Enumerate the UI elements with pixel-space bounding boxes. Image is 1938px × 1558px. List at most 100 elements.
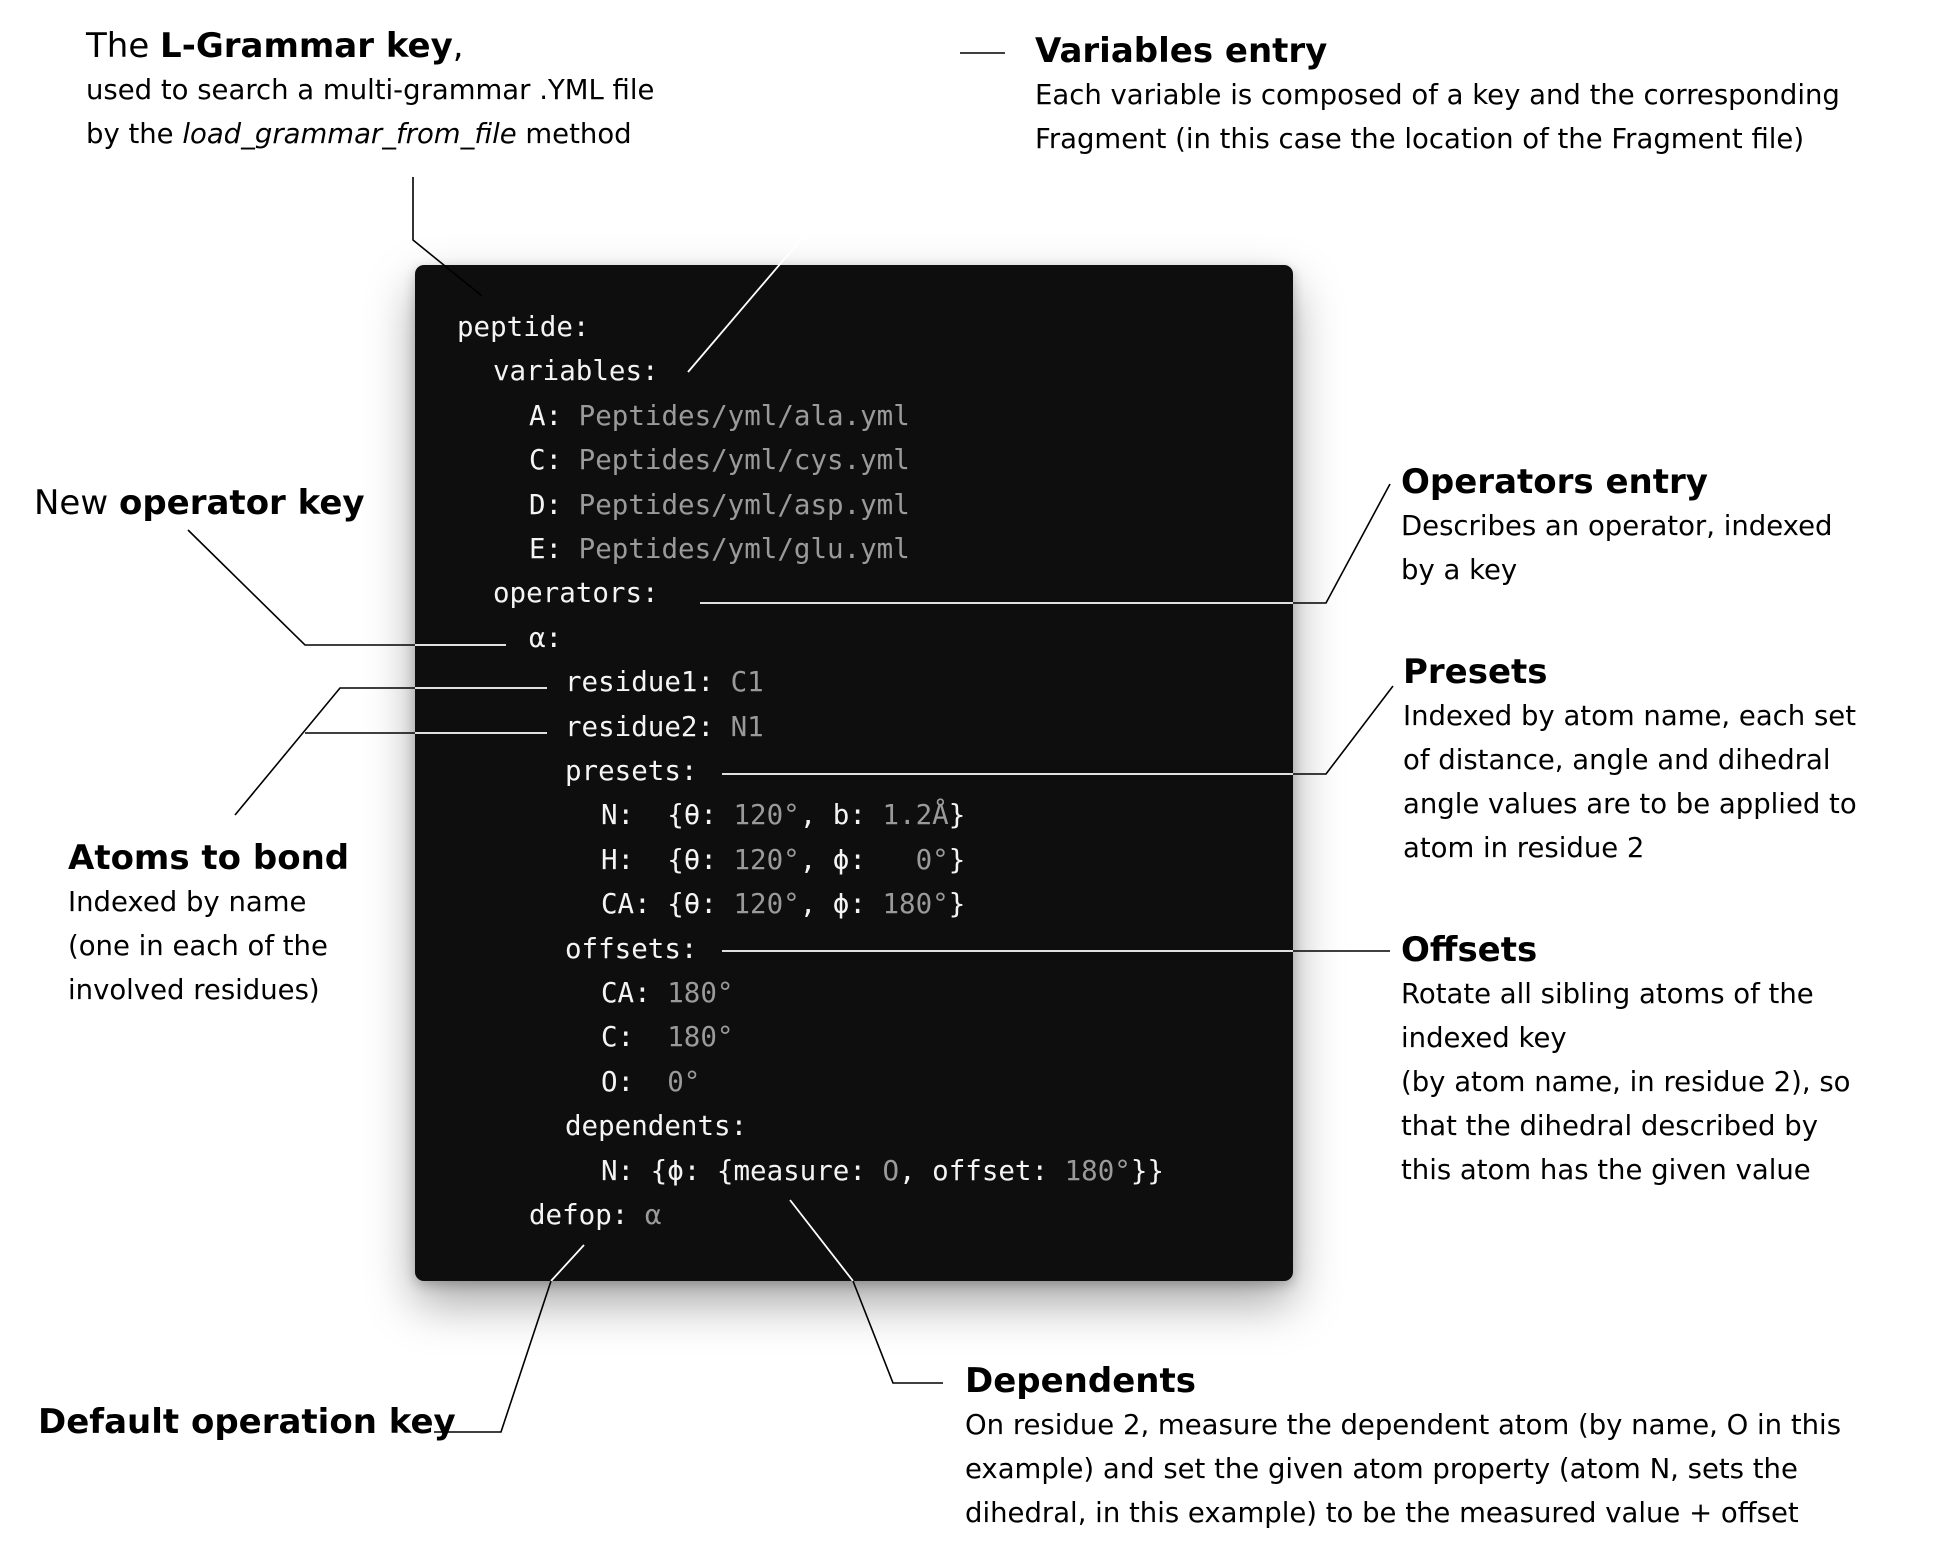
callout-body-line: Rotate all sibling atoms of the bbox=[1401, 978, 1814, 1010]
yaml-key-token: CA: {θ: bbox=[601, 888, 734, 921]
code-line: residue1: C1 bbox=[565, 662, 764, 702]
yaml-key-token: offsets: bbox=[565, 932, 698, 965]
yaml-value-token: 0° bbox=[667, 1065, 701, 1098]
callout-operators-entry: Operators entry Describes an operator, i… bbox=[1401, 460, 1832, 592]
callout-new-operator-key-title: New operator key bbox=[34, 483, 365, 523]
code-line: offsets: bbox=[565, 929, 697, 969]
yaml-key-token: peptide: bbox=[457, 311, 590, 343]
yaml-value-token: C1 bbox=[730, 666, 764, 699]
yaml-key-token: C: bbox=[601, 1021, 668, 1054]
yaml-key-token: variables: bbox=[493, 355, 659, 388]
code-line: C: 180° bbox=[601, 1017, 733, 1057]
callout-offsets-title: Offsets bbox=[1401, 930, 1538, 970]
yaml-value-token: 120° bbox=[733, 799, 800, 832]
yaml-key-token: CA: bbox=[601, 977, 668, 1009]
method-name: load_grammar_from_file bbox=[182, 118, 517, 150]
code-line: operators: bbox=[493, 573, 659, 613]
leader-operators-entry-tail bbox=[1293, 483, 1391, 604]
yaml-value-token: α bbox=[644, 1199, 662, 1231]
callout-body-line: atom in residue 2 bbox=[1403, 832, 1645, 864]
yaml-value-token: 1.2Å bbox=[882, 799, 949, 832]
code-line: O: 0° bbox=[601, 1062, 700, 1102]
callout-body-line: indexed key bbox=[1401, 1022, 1567, 1054]
code-line: presets: bbox=[565, 751, 697, 791]
code-line: variables: bbox=[493, 351, 659, 391]
code-line: residue2: N1 bbox=[565, 707, 764, 747]
callout-dependents-title: Dependents bbox=[965, 1361, 1196, 1401]
yaml-key-token: defop: bbox=[529, 1199, 645, 1231]
code-line: dependents: bbox=[565, 1106, 747, 1146]
callout-body-line: Indexed by name bbox=[68, 886, 307, 918]
callout-atoms-to-bond: Atoms to bond Indexed by name (one in ea… bbox=[68, 836, 349, 1012]
callout-variables-entry-title: Variables entry bbox=[1035, 31, 1328, 71]
yaml-key-token: H: {θ: bbox=[601, 843, 734, 876]
yaml-code-panel: peptide: variables: A: Peptides/yml/ala.ym… bbox=[415, 265, 1293, 1281]
code-line: H: {θ: 120°, ϕ: 0°} bbox=[601, 840, 965, 880]
callout-grammar-key-line: used to search a multi-grammar .YML file bbox=[86, 74, 655, 106]
callout-body-line: Indexed by atom name, each set bbox=[1403, 700, 1856, 732]
operator-key-term: operator key bbox=[118, 483, 365, 523]
yaml-key-token: , offset: bbox=[899, 1154, 1065, 1187]
callout-body-line: Each variable is composed of a key and t… bbox=[1035, 79, 1840, 111]
code-line: defop: α bbox=[529, 1195, 661, 1235]
yaml-key-token: } bbox=[948, 843, 966, 876]
yaml-value-token: 180° bbox=[667, 977, 734, 1009]
yaml-key-token: E: bbox=[529, 533, 579, 565]
yaml-key-token: dependents: bbox=[565, 1110, 748, 1143]
yaml-key-token: N: {ϕ: {measure: bbox=[601, 1154, 883, 1187]
callout-variables-entry: Variables entry Each variable is compose… bbox=[1035, 29, 1840, 161]
callout-new-operator-key: New operator key bbox=[34, 481, 365, 525]
yaml-key-token: C: bbox=[529, 444, 579, 477]
callout-body-line: this atom has the given value bbox=[1401, 1154, 1811, 1186]
yaml-key-token: residue1: bbox=[565, 666, 731, 699]
leader-atoms-residue1 bbox=[234, 687, 415, 816]
callout-dependents: Dependents On residue 2, measure the dep… bbox=[965, 1359, 1841, 1535]
yaml-key-token: A: bbox=[529, 399, 579, 432]
yaml-value-token: O bbox=[882, 1154, 900, 1187]
yaml-value-token: Peptides/yml/ala.yml bbox=[578, 399, 910, 432]
yaml-key-token: } bbox=[948, 888, 966, 921]
code-line: A: Peptides/yml/ala.yml bbox=[529, 396, 910, 436]
yaml-value-token: 120° bbox=[733, 888, 800, 921]
code-line: E: Peptides/yml/glu.yml bbox=[529, 529, 910, 569]
yaml-value-token: 0° bbox=[882, 843, 949, 876]
callout-grammar-key-title: The L-Grammar key, bbox=[86, 26, 464, 66]
leader-presets-tail bbox=[1293, 685, 1394, 775]
yaml-value-token: 180° bbox=[667, 1021, 734, 1054]
grammar-key-term: L-Grammar key bbox=[160, 26, 453, 66]
yaml-key-token: , ϕ: bbox=[799, 888, 883, 921]
callout-presets-title: Presets bbox=[1403, 652, 1548, 692]
code-line: N: {ϕ: {measure: O, offset: 180°}} bbox=[601, 1151, 1164, 1191]
yaml-key-token: , b: bbox=[799, 799, 883, 832]
callout-presets: Presets Indexed by atom name, each set o… bbox=[1403, 650, 1857, 870]
callout-atoms-to-bond-title: Atoms to bond bbox=[68, 838, 350, 878]
callout-body-line: On residue 2, measure the dependent atom… bbox=[965, 1409, 1842, 1441]
code-line: CA: 180° bbox=[601, 973, 733, 1013]
callout-body-line: Describes an operator, indexed bbox=[1401, 510, 1833, 542]
yaml-key-token: D: bbox=[529, 488, 579, 521]
yaml-value-token: N1 bbox=[730, 710, 764, 743]
callout-default-operation-key: Default operation key bbox=[38, 1400, 456, 1444]
yaml-key-token: , ϕ: bbox=[799, 843, 883, 876]
callout-grammar-key-line: by the load_grammar_from_file method bbox=[86, 118, 632, 150]
callout-operators-entry-title: Operators entry bbox=[1401, 462, 1708, 502]
yaml-value-token: 180° bbox=[882, 888, 949, 921]
callout-grammar-key: The L-Grammar key, used to search a mult… bbox=[86, 24, 654, 156]
callout-body-line: dihedral, in this example) to be the mea… bbox=[965, 1497, 1799, 1529]
code-line: peptide: bbox=[457, 307, 589, 347]
callout-body-line: that the dihedral described by bbox=[1401, 1110, 1818, 1142]
code-line: CA: {θ: 120°, ϕ: 180°} bbox=[601, 884, 965, 924]
leader-dependents-tail bbox=[852, 1280, 943, 1384]
yaml-key-token: } bbox=[948, 799, 966, 832]
leader-new-operator-key bbox=[187, 529, 415, 646]
yaml-key-token: α: bbox=[529, 621, 563, 654]
callout-body-line: example) and set the given atom property… bbox=[965, 1453, 1798, 1485]
yaml-value-token: 120° bbox=[733, 843, 800, 876]
callout-default-operation-key-title: Default operation key bbox=[38, 1402, 456, 1442]
code-line: C: Peptides/yml/cys.yml bbox=[529, 440, 910, 480]
yaml-value-token: Peptides/yml/cys.yml bbox=[578, 444, 910, 477]
yaml-key-token: O: bbox=[601, 1065, 668, 1098]
callout-body-line: (one in each of the bbox=[68, 930, 328, 962]
code-line: α: bbox=[529, 618, 562, 658]
yaml-key-token: presets: bbox=[565, 755, 698, 787]
